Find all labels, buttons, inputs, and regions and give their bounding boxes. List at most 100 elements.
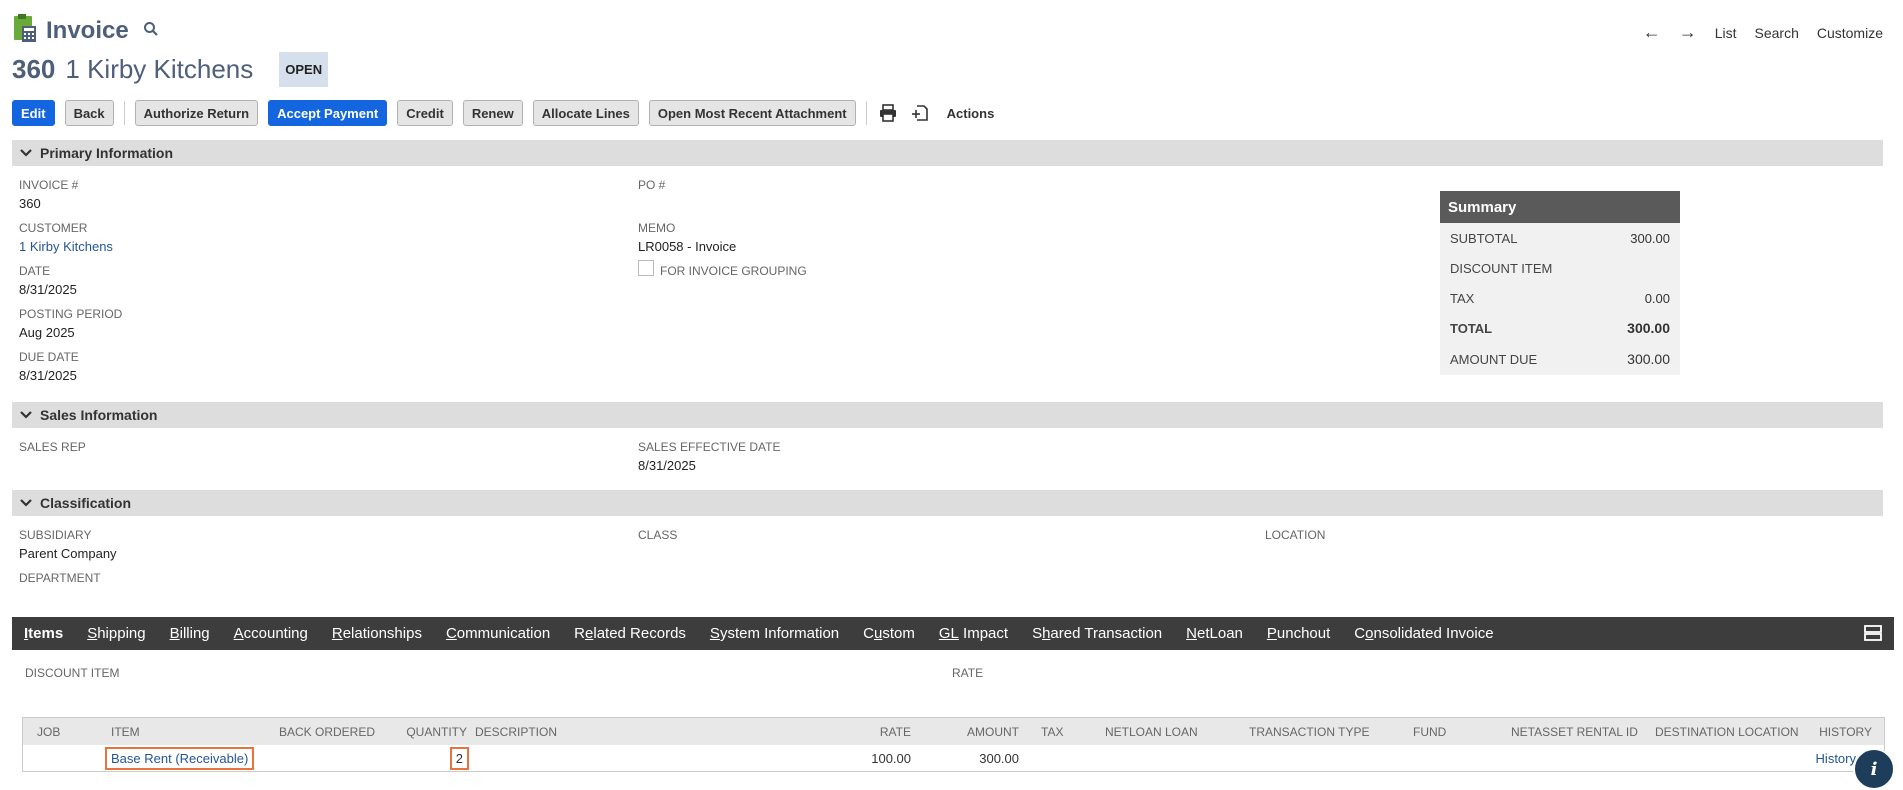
- tab-netloan[interactable]: NetLoan: [1174, 617, 1255, 650]
- history-link[interactable]: History: [1816, 751, 1856, 766]
- tab-relationships[interactable]: Relationships: [320, 617, 434, 650]
- tab-items[interactable]: Items: [12, 617, 75, 650]
- cell-rate: 100.00: [847, 745, 915, 772]
- customer-link[interactable]: 1 Kirby Kitchens: [19, 239, 113, 254]
- customize-link[interactable]: Customize: [1817, 25, 1883, 41]
- invoice-record-icon: [12, 14, 38, 47]
- field-value: LR0058 - Invoice: [638, 239, 737, 254]
- tab-custom[interactable]: Cu stom: [851, 617, 927, 650]
- tab-system-information[interactable]: System Information: [698, 617, 851, 650]
- field-value: 8/31/2025: [638, 458, 696, 473]
- list-link[interactable]: List: [1715, 25, 1737, 41]
- field-label: SUBSIDIARY: [19, 528, 92, 542]
- cell-destination-location: [1651, 745, 1809, 772]
- field-value: 8/31/2025: [19, 368, 77, 383]
- summary-value: 300.00: [1627, 351, 1670, 367]
- open-attachment-button[interactable]: Open Most Recent Attachment: [648, 100, 856, 126]
- field-label: DUE DATE: [19, 350, 79, 364]
- classification-section[interactable]: Classification: [12, 490, 1883, 516]
- toolbar: Edit Back Authorize Return Accept Paymen…: [12, 99, 994, 127]
- tab-accounting[interactable]: Accounting: [222, 617, 320, 650]
- info-icon[interactable]: i: [1853, 748, 1895, 790]
- column-header-rate[interactable]: RATE: [847, 717, 915, 745]
- summary-label: SUBTOTAL: [1450, 230, 1518, 246]
- tab-communication[interactable]: Communication: [434, 617, 562, 650]
- summary-title: Summary: [1440, 191, 1680, 223]
- column-header-job[interactable]: JOB: [22, 717, 101, 745]
- chevron-down-icon: [12, 149, 40, 157]
- invoice-grouping-field: FOR INVOICE GROUPING: [638, 258, 807, 278]
- cell-fund: [1393, 745, 1507, 772]
- tab-related-records[interactable]: Re lated Records: [562, 617, 698, 650]
- column-header-fund[interactable]: FUND: [1393, 717, 1507, 745]
- subsidiary-field: SUBSIDIARY Parent Company: [19, 528, 117, 561]
- previous-record-arrow-icon[interactable]: ←: [1643, 22, 1661, 43]
- field-label: SALES EFFECTIVE DATE: [638, 440, 781, 454]
- record-name: 1 Kirby Kitchens: [65, 54, 254, 84]
- column-header-description[interactable]: DESCRIPTION: [471, 717, 847, 745]
- invoice-grouping-checkbox[interactable]: [638, 260, 654, 276]
- credit-button[interactable]: Credit: [397, 100, 453, 126]
- cell-description: [471, 745, 847, 772]
- cell-back-ordered: [275, 745, 393, 772]
- column-header-tax[interactable]: TAX: [1023, 717, 1101, 745]
- department-field: DEPARTMENT: [19, 571, 101, 585]
- top-navigation: ← → List Search Customize: [1643, 22, 1883, 43]
- field-value: Aug 2025: [19, 325, 75, 340]
- field-value: Parent Company: [19, 546, 117, 561]
- authorize-return-button[interactable]: Authorize Return: [134, 100, 259, 126]
- status-badge: OPEN: [279, 52, 329, 87]
- summary-panel: Summary SUBTOTAL 300.00 DISCOUNT ITEM TA…: [1440, 191, 1680, 375]
- column-header-netloan-loan[interactable]: NETLOAN LOAN: [1101, 717, 1229, 745]
- summary-discount-row: DISCOUNT ITEM: [1440, 253, 1680, 283]
- summary-label: DISCOUNT ITEM: [1450, 260, 1553, 276]
- location-field: LOCATION: [1265, 528, 1325, 542]
- column-header-quantity[interactable]: QUANTITY: [393, 717, 471, 745]
- record-number: 360: [12, 54, 56, 84]
- quantity-value: 2: [449, 746, 470, 770]
- column-header-transaction-type[interactable]: TRANSACTION TYPE: [1229, 717, 1393, 745]
- print-icon[interactable]: [877, 102, 899, 124]
- search-link[interactable]: Search: [1755, 25, 1799, 41]
- cell-tax: [1023, 745, 1101, 772]
- actions-menu[interactable]: Actions: [947, 106, 995, 121]
- items-table: JOB ITEM BACK ORDERED QUANTITY DESCRIPTI…: [22, 717, 1885, 772]
- column-header-destination-location[interactable]: DESTINATION LOCATION: [1651, 717, 1809, 745]
- tab-punchout[interactable]: Punchout: [1255, 617, 1342, 650]
- edit-button[interactable]: Edit: [12, 100, 55, 126]
- tab-billing[interactable]: Billing: [158, 617, 222, 650]
- new-document-icon[interactable]: [909, 102, 931, 124]
- next-record-arrow-icon[interactable]: →: [1679, 22, 1697, 43]
- field-label: SALES REP: [19, 440, 86, 454]
- column-header-netasset-rental-id[interactable]: NETASSET RENTAL ID: [1507, 717, 1651, 745]
- tab-consolidated-invoice[interactable]: Co nsolidated Invoice: [1342, 617, 1505, 650]
- renew-button[interactable]: Renew: [462, 100, 523, 126]
- column-header-back-ordered[interactable]: BACK ORDERED: [275, 717, 393, 745]
- sales-information-section[interactable]: Sales Information: [12, 402, 1883, 428]
- field-label: PO #: [638, 178, 666, 192]
- chevron-down-icon: [12, 411, 40, 419]
- discount-item-label: DISCOUNT ITEM: [25, 666, 120, 680]
- accept-payment-button[interactable]: Accept Payment: [268, 100, 388, 126]
- summary-value: 300.00: [1627, 320, 1670, 336]
- section-title: Sales Information: [40, 407, 158, 423]
- cell-netasset-rental-id: [1507, 745, 1651, 772]
- field-label: LOCATION: [1265, 528, 1326, 542]
- tab-shared-transaction[interactable]: Sh ared Transaction: [1020, 617, 1174, 650]
- column-header-amount[interactable]: AMOUNT: [915, 717, 1023, 745]
- tab-shipping[interactable]: Shipping: [75, 617, 157, 650]
- summary-subtotal-row: SUBTOTAL 300.00: [1440, 223, 1680, 253]
- rate-label: RATE: [952, 666, 984, 680]
- sales-rep-field: SALES REP: [19, 440, 86, 454]
- item-link[interactable]: Base Rent (Receivable): [104, 746, 255, 770]
- column-header-item[interactable]: ITEM: [101, 717, 275, 745]
- field-label: DATE: [19, 264, 51, 278]
- search-icon[interactable]: [143, 21, 159, 40]
- allocate-lines-button[interactable]: Allocate Lines: [532, 100, 639, 126]
- tab-gl-impact[interactable]: GL Impact: [927, 617, 1020, 650]
- back-button[interactable]: Back: [64, 100, 114, 126]
- tab-layout-menu-icon[interactable]: [1864, 624, 1882, 645]
- column-header-history[interactable]: HISTORY: [1809, 717, 1885, 745]
- field-label: DEPARTMENT: [19, 571, 101, 585]
- primary-information-section[interactable]: Primary Information: [12, 140, 1883, 166]
